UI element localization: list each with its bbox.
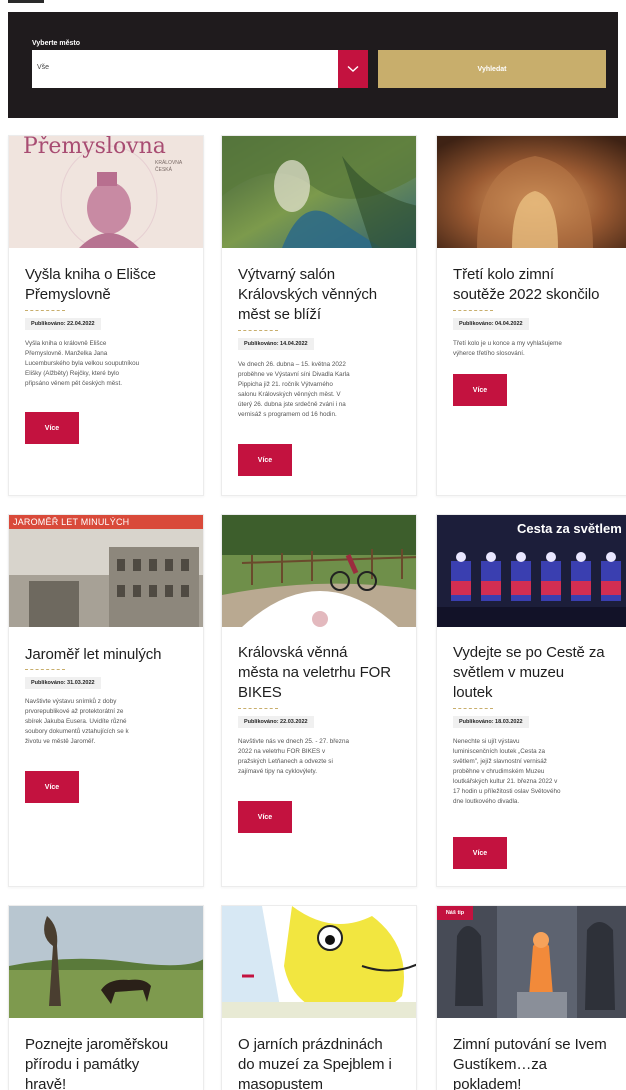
- title-divider: [453, 708, 493, 709]
- article-image[interactable]: Cesta za světlem: [437, 515, 626, 627]
- article-title[interactable]: Vyšla kniha o Elišce Přemyslovně: [25, 265, 156, 305]
- more-button[interactable]: Více: [453, 837, 507, 869]
- city-select[interactable]: Vše: [32, 50, 368, 88]
- article-image[interactable]: [222, 136, 416, 248]
- article-description: Navštivte výstavu snímků z doby prvorepu…: [25, 698, 129, 745]
- article-image[interactable]: [437, 136, 626, 248]
- title-divider: [25, 310, 65, 311]
- search-button[interactable]: Vyhledat: [378, 50, 606, 88]
- publish-date: Publikováno: 04.04.2022: [453, 318, 529, 330]
- article-description: Třetí kolo je u konce a my vyhlašujeme v…: [453, 340, 562, 357]
- article-description: Nenechte si ujít výstavu luminiscenčních…: [453, 738, 561, 805]
- article-card: Poznejte jaroměřskou přírodu i památky h…: [8, 905, 204, 1090]
- publish-date: Publikováno: 31.03.2022: [25, 677, 101, 689]
- top-tab-indicator: [8, 0, 44, 3]
- title-divider: [238, 708, 278, 709]
- more-button[interactable]: Více: [453, 374, 507, 406]
- article-title[interactable]: Jaroměř let minulých: [25, 645, 161, 665]
- article-card: Cesta za světlem Vydejte se po Cestě za …: [436, 514, 626, 887]
- article-title[interactable]: Výtvarný salón Královských věnných měst …: [238, 265, 377, 325]
- article-title[interactable]: Vydejte se po Cestě za světlem v muzeu l…: [453, 643, 605, 703]
- article-title[interactable]: Poznejte jaroměřskou přírodu i památky h…: [25, 1035, 168, 1090]
- article-card: Třetí kolo zimní soutěže 2022 skončilo P…: [436, 135, 626, 496]
- image-subtitle-text: ČESKÁ: [155, 167, 172, 173]
- article-card: Náš tip Zimní putování se Ivem Gustíkem……: [436, 905, 626, 1090]
- title-divider: [238, 330, 278, 331]
- article-title[interactable]: Zimní putování se Ivem Gustíkem…za pokla…: [453, 1035, 607, 1090]
- image-title-text: JAROMĚŘ LET MINULÝCH: [13, 517, 130, 527]
- tip-badge: Náš tip: [437, 906, 473, 920]
- article-card: Výtvarný salón Královských věnných měst …: [221, 135, 417, 496]
- publish-date: Publikováno: 22.04.2022: [25, 318, 101, 330]
- article-title[interactable]: Královská věnná města na veletrhu FOR BI…: [238, 643, 391, 703]
- city-filter-label: Vyberte město: [32, 40, 80, 47]
- title-divider: [453, 310, 493, 311]
- article-image[interactable]: [222, 906, 416, 1018]
- more-button[interactable]: Více: [25, 771, 79, 803]
- article-title[interactable]: Třetí kolo zimní soutěže 2022 skončilo: [453, 265, 599, 305]
- article-card: Královská věnná města na veletrhu FOR BI…: [221, 514, 417, 887]
- article-title[interactable]: O jarních prázdninách do muzeí za Spejbl…: [238, 1035, 392, 1090]
- city-select-value: Vše: [37, 64, 50, 71]
- article-image[interactable]: [222, 515, 416, 627]
- image-subtitle-text: KRÁLOVNA: [155, 160, 183, 166]
- publish-date: Publikováno: 14.04.2022: [238, 338, 314, 350]
- article-card: Přemyslovna KRÁLOVNA ČESKÁ Vyšla kniha o…: [8, 135, 204, 496]
- article-description: Vyšla kniha o královně Elišce Přemyslovn…: [25, 340, 140, 387]
- image-title-text: Cesta za světlem: [517, 521, 622, 536]
- chevron-down-icon[interactable]: [338, 50, 368, 88]
- article-description: Ve dnech 26. dubna – 15. května 2022 pro…: [238, 361, 350, 418]
- article-card: JAROMĚŘ LET MINULÝCH Jaroměř let minulýc…: [8, 514, 204, 887]
- article-image[interactable]: Přemyslovna KRÁLOVNA ČESKÁ: [9, 136, 203, 248]
- city-filter-panel: Vyberte město Vše Vyhledat: [8, 12, 618, 118]
- article-image[interactable]: JAROMĚŘ LET MINULÝCH: [9, 515, 203, 627]
- more-button[interactable]: Více: [25, 412, 79, 444]
- article-image[interactable]: [437, 906, 626, 1018]
- image-title-text: Přemyslovna: [23, 136, 166, 159]
- publish-date: Publikováno: 22.03.2022: [238, 716, 314, 728]
- more-button[interactable]: Více: [238, 444, 292, 476]
- more-button[interactable]: Více: [238, 801, 292, 833]
- article-description: Navštivte nás ve dnech 25. - 27. března …: [238, 738, 349, 775]
- title-divider: [25, 669, 65, 670]
- article-image[interactable]: [9, 906, 203, 1018]
- publish-date: Publikováno: 18.03.2022: [453, 716, 529, 728]
- article-card: O jarních prázdninách do muzeí za Spejbl…: [221, 905, 417, 1090]
